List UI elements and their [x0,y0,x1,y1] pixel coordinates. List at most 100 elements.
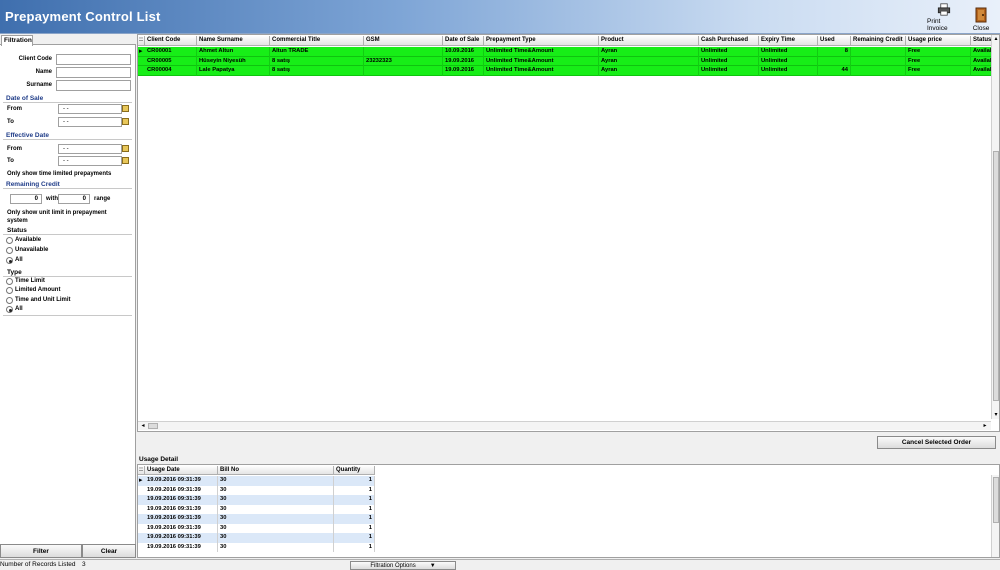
table-row[interactable]: ▸ CR00001 Ahmet Altun Altun TRADE 10.09.… [138,47,993,57]
type-time-limit-radio[interactable] [6,278,13,285]
column-header[interactable]: Commercial Title [270,36,364,46]
credit-from-input[interactable]: 0 [10,194,42,204]
client-code-input[interactable] [56,54,131,65]
cell: Available [971,47,993,57]
effective-from-label: From [7,146,22,152]
status-all-radio[interactable] [6,257,13,264]
list-item[interactable]: 19.09.2016 09:31:39 30 1 [138,542,375,552]
column-header[interactable]: GSM [364,36,443,46]
records-count-value: 3 [82,561,86,568]
usage-detail-title: Usage Detail [139,456,179,463]
clear-button[interactable]: Clear [82,544,136,558]
close-button[interactable]: Close [968,3,994,32]
cell [364,47,443,57]
close-label: Close [972,25,990,32]
type-time-unit-radio[interactable] [6,297,13,304]
scroll-left-icon[interactable]: ◂ [139,422,147,430]
scroll-thumb[interactable] [993,477,999,523]
cell: 1 [334,495,375,505]
horizontal-scrollbar[interactable]: ◂ ▸ [138,421,991,430]
column-header[interactable]: Name Surname [197,36,270,46]
column-header[interactable]: Usage price [906,36,971,46]
column-header[interactable]: Bill No [218,466,334,475]
print-invoice-button[interactable]: Print Invoice [927,3,961,32]
divider [3,234,132,235]
unit-limit-checkbox-label[interactable]: Only show unit limit in prepayment syste… [7,209,129,225]
list-item[interactable]: 19.09.2016 09:31:39 30 1 [138,504,375,514]
scroll-thumb[interactable] [993,151,999,401]
scroll-thumb[interactable] [148,423,158,429]
effective-to-label: To [7,158,14,164]
column-header[interactable]: Expiry Time [759,36,818,46]
list-item[interactable]: 19.09.2016 09:31:39 30 1 [138,495,375,505]
vertical-scrollbar[interactable]: ▴ ▾ [991,35,999,419]
credit-to-input[interactable]: 0 [58,194,90,204]
effective-to-date[interactable]: - - [58,156,122,166]
date-of-sale-group-title: Date of Sale [6,95,44,102]
status-all-label: All [15,257,23,263]
cancel-selected-order-button[interactable]: Cancel Selected Order [877,436,996,449]
cell: 1 [334,533,375,543]
tab-filtration[interactable]: Filtration [1,35,33,46]
effective-from-date[interactable]: - - [58,144,122,154]
cell: 44 [818,66,851,76]
usage-detail-grid[interactable]: :: Usage Date Bill No Quantity ▸ 19.09.2… [137,464,1000,558]
type-group-title: Type [7,269,22,276]
column-header[interactable]: Product [599,36,699,46]
name-input[interactable] [56,67,131,78]
cell: 1 [334,485,375,495]
surname-input[interactable] [56,80,131,91]
status-unavailable-radio[interactable] [6,247,13,254]
type-all-radio[interactable] [6,306,13,313]
sale-to-date[interactable]: - - [58,117,122,127]
effective-date-group-title: Effective Date [6,132,49,139]
cell: Ayran [599,47,699,57]
filtration-options-dropdown[interactable]: Filtration Options ▼ [350,561,456,570]
sale-from-date[interactable]: - - [58,104,122,114]
column-header[interactable]: Cash Purchased [699,36,759,46]
column-header[interactable]: Usage Date [145,466,218,475]
calendar-icon[interactable] [122,157,129,164]
cell: Unlimited Time&Amount [484,66,599,76]
table-row[interactable]: CR00005 Hüseyin Niyesüh 8 satış 23232323… [138,56,993,66]
status-group-title: Status [7,227,27,234]
cell: Lale Papatya [197,66,270,76]
cell: Unlimited [699,56,759,66]
list-item[interactable]: 19.09.2016 09:31:39 30 1 [138,533,375,543]
prepayment-grid[interactable]: :: Client Code Name Surname Commercial T… [137,34,1000,432]
scroll-right-icon[interactable]: ▸ [981,422,989,430]
cell: 19.09.2016 [443,66,484,76]
calendar-icon[interactable] [122,145,129,152]
cell: 8 satış [270,66,364,76]
table-row[interactable]: CR00004 Lale Papatya 8 satış 19.09.2016 … [138,66,993,76]
scroll-up-icon[interactable]: ▴ [992,35,999,43]
column-header[interactable]: Prepayment Type [484,36,599,46]
list-item[interactable]: 19.09.2016 09:31:39 30 1 [138,514,375,524]
status-unavailable-label: Unavailable [15,247,49,253]
column-header[interactable]: Used [818,36,851,46]
vertical-scrollbar[interactable] [991,475,999,557]
list-item[interactable]: 19.09.2016 09:31:39 30 1 [138,485,375,495]
list-item[interactable]: ▸ 19.09.2016 09:31:39 30 1 [138,476,375,486]
divider [3,188,132,189]
type-limited-amount-radio[interactable] [6,287,13,294]
column-header[interactable]: Remaining Credit [851,36,906,46]
column-header[interactable]: Client Code [145,36,197,46]
column-header[interactable]: Date of Sale [443,36,484,46]
cell: Free [906,66,971,76]
column-header[interactable]: Status [971,36,993,46]
type-limited-amount-label: Limited Amount [15,287,61,293]
column-header[interactable]: Quantity [334,466,375,475]
time-limited-checkbox-label[interactable]: Only show time limited prepayments [7,171,111,177]
scroll-down-icon[interactable]: ▾ [992,411,999,419]
calendar-icon[interactable] [122,105,129,112]
cell: Ayran [599,66,699,76]
cell: Unlimited [699,47,759,57]
cell: 19.09.2016 09:31:39 [145,476,218,486]
cell: 30 [218,542,334,552]
name-label: Name [35,69,52,75]
calendar-icon[interactable] [122,118,129,125]
status-available-radio[interactable] [6,237,13,244]
filter-button[interactable]: Filter [0,544,82,558]
list-item[interactable]: 19.09.2016 09:31:39 30 1 [138,523,375,533]
